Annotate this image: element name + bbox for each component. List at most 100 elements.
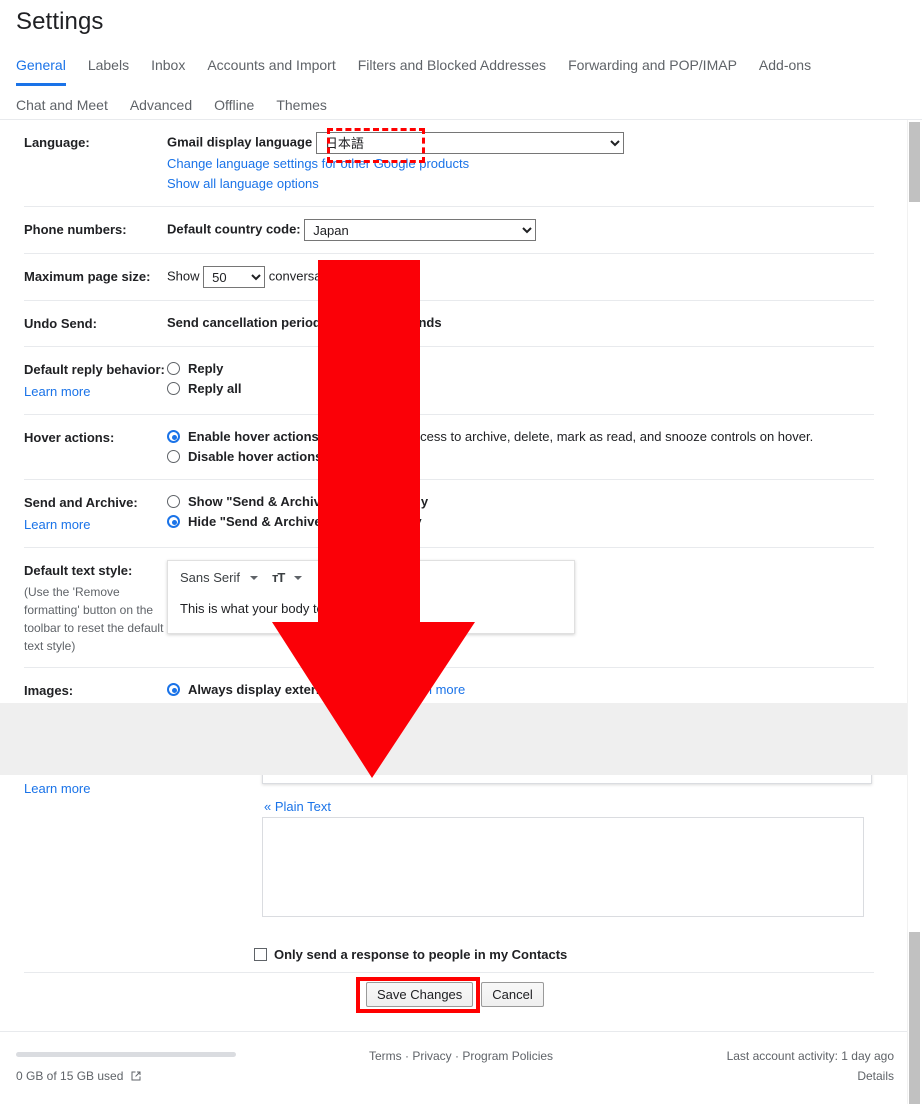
setting-row-maximum-page-size: Maximum page size: Show 50 conversations…	[24, 254, 874, 301]
settings-page: Settings General Labels Inbox Accounts a…	[0, 0, 922, 1104]
always-display-images-label: Always display external images	[188, 682, 384, 697]
tab-advanced[interactable]: Advanced	[130, 95, 206, 115]
hide-send-archive-row[interactable]: Hide "Send & Archive" button in reply	[167, 512, 874, 532]
footer-separator-1: ·	[404, 1049, 409, 1063]
buttons-divider	[24, 972, 874, 973]
terms-link[interactable]: Terms	[369, 1049, 402, 1063]
default-reply-behavior-label: Default reply behavior: Learn more	[24, 359, 167, 402]
page-title: Settings	[16, 8, 104, 35]
country-code-select[interactable]: Japan	[304, 219, 537, 241]
images-body: Always display external images Learn mor…	[167, 680, 874, 700]
reply-radio[interactable]	[167, 362, 180, 375]
contacts-only-row[interactable]: Only send a response to people in my Con…	[254, 947, 567, 962]
tab-labels[interactable]: Labels	[88, 55, 143, 75]
reply-all-radio[interactable]	[167, 382, 180, 395]
language-select[interactable]: 日本語	[315, 132, 624, 154]
disable-hover-actions-radio[interactable]	[167, 450, 180, 463]
phone-numbers-label: Phone numbers:	[24, 222, 127, 237]
setting-row-language: Language: Gmail display language 日本語 Cha…	[24, 120, 874, 207]
privacy-link[interactable]: Privacy	[412, 1049, 451, 1063]
storage-usage-text: 0 GB of 15 GB used	[16, 1069, 124, 1083]
show-send-archive-radio[interactable]	[167, 495, 180, 508]
cancel-button[interactable]: Cancel	[481, 982, 544, 1007]
save-changes-button[interactable]: Save Changes	[366, 982, 474, 1007]
storage-usage-row: 0 GB of 15 GB used	[16, 1069, 142, 1083]
vertical-scrollbar-thumb-lower[interactable]	[909, 932, 920, 1104]
tab-accounts-and-import[interactable]: Accounts and Import	[207, 55, 349, 75]
text-style-editor: Sans Serif тT This is what your body tex…	[167, 560, 575, 634]
default-text-style-label: Default text style: (Use the 'Remove for…	[24, 560, 167, 655]
tab-offline[interactable]: Offline	[214, 95, 268, 115]
tab-filters-and-blocked-addresses[interactable]: Filters and Blocked Addresses	[358, 55, 560, 75]
enable-hover-actions-row[interactable]: Enable hover actions access to archive, …	[167, 427, 874, 447]
setting-row-hover-actions: Hover actions: Enable hover actions acce…	[24, 415, 874, 480]
chevron-down-icon[interactable]	[249, 576, 258, 580]
default-reply-behavior-body: Reply Reply all	[167, 359, 874, 399]
enable-hover-actions-radio[interactable]	[167, 430, 180, 443]
hover-actions-description: access to archive, delete, mark as read,…	[406, 429, 814, 444]
vacation-message-textarea[interactable]	[262, 817, 864, 917]
undo-send-prefix: Send cancellation period:	[167, 315, 326, 330]
external-link-icon[interactable]	[130, 1070, 142, 1082]
tab-add-ons[interactable]: Add-ons	[759, 55, 825, 75]
show-send-archive-label: Show "Send & Archive" button in reply	[188, 494, 429, 509]
scroll-gap-band	[0, 703, 922, 775]
reply-behavior-learn-more-link[interactable]: Learn more	[24, 382, 167, 402]
footer-divider	[0, 1031, 922, 1032]
undo-send-label: Undo Send:	[24, 316, 97, 331]
settings-list: Language: Gmail display language 日本語 Cha…	[0, 120, 890, 713]
reply-option-row[interactable]: Reply	[167, 359, 874, 379]
gmail-display-language-label: Gmail display language	[167, 134, 313, 150]
text-size-icon[interactable]: тT	[272, 568, 285, 588]
show-all-language-options-link[interactable]: Show all language options	[167, 174, 874, 194]
tab-inbox[interactable]: Inbox	[151, 55, 199, 75]
default-country-code-label: Default country code:	[167, 221, 301, 237]
undo-send-body: Send cancellation period: seconds	[167, 313, 874, 333]
hide-send-archive-radio[interactable]	[167, 515, 180, 528]
default-text-style-hint: (Use the 'Remove formatting' button on t…	[24, 585, 164, 653]
reply-option-label: Reply	[188, 361, 224, 376]
plain-text-toggle-link[interactable]: « Plain Text	[264, 799, 331, 814]
page-size-select[interactable]: 50	[203, 266, 266, 288]
images-label: Images:	[24, 683, 74, 698]
default-reply-behavior-title: Default reply behavior:	[24, 362, 165, 377]
footer-separator-2: ·	[455, 1049, 459, 1063]
hover-actions-body: Enable hover actions access to archive, …	[167, 427, 874, 467]
setting-row-send-and-archive: Send and Archive: Learn more Show "Send …	[24, 480, 874, 548]
hide-send-archive-label: Hide "Send & Archive" button in reply	[188, 514, 422, 529]
send-archive-learn-more-link[interactable]: Learn more	[24, 515, 167, 535]
tab-chat-and-meet[interactable]: Chat and Meet	[16, 95, 122, 115]
setting-row-undo-send: Undo Send: Send cancellation period: sec…	[24, 301, 874, 347]
tab-themes[interactable]: Themes	[276, 95, 341, 115]
page-size-suffix: conversations per page	[268, 268, 404, 284]
settings-tabs-row-primary: General Labels Inbox Accounts and Import…	[16, 55, 833, 86]
reply-all-option-row[interactable]: Reply all	[167, 379, 874, 399]
images-learn-more-link[interactable]: Learn more	[399, 680, 465, 700]
vacation-responder-learn-more-link[interactable]: Learn more	[24, 781, 90, 796]
disable-hover-actions-row[interactable]: Disable hover actions	[167, 447, 874, 467]
program-policies-link[interactable]: Program Policies	[462, 1049, 553, 1063]
always-display-images-row[interactable]: Always display external images Learn mor…	[167, 680, 874, 700]
always-display-images-radio[interactable]	[167, 683, 180, 696]
form-buttons: Save Changes Cancel	[366, 982, 544, 1007]
contacts-only-label: Only send a response to people in my Con…	[274, 947, 568, 962]
tab-forwarding-and-pop-imap[interactable]: Forwarding and POP/IMAP	[568, 55, 751, 75]
text-style-sample: This is what your body text will look li…	[180, 601, 410, 616]
last-account-activity-text: Last account activity: 1 day ago	[726, 1049, 894, 1063]
chevron-down-icon-size[interactable]	[294, 576, 303, 580]
send-and-archive-label: Send and Archive: Learn more	[24, 492, 167, 535]
send-and-archive-title: Send and Archive:	[24, 495, 138, 510]
setting-row-phone-numbers: Phone numbers: Default country code: Jap…	[24, 207, 874, 254]
default-text-style-body: Sans Serif тT This is what your body tex…	[167, 560, 874, 634]
vertical-scrollbar-thumb-upper[interactable]	[909, 122, 920, 202]
phone-numbers-body: Default country code: Japan	[167, 219, 874, 241]
font-family-value[interactable]: Sans Serif	[180, 568, 240, 588]
account-activity-details-link[interactable]: Details	[727, 1069, 894, 1083]
show-send-archive-row[interactable]: Show "Send & Archive" button in reply	[167, 492, 874, 512]
contacts-only-checkbox[interactable]	[254, 948, 267, 961]
account-activity: Last account activity: 1 day ago Details	[727, 1049, 894, 1083]
change-language-settings-link[interactable]: Change language settings for other Googl…	[167, 154, 874, 174]
tab-general[interactable]: General	[16, 55, 80, 86]
language-body: Gmail display language 日本語 Change langua…	[167, 132, 874, 194]
disable-hover-actions-label: Disable hover actions	[188, 449, 323, 464]
